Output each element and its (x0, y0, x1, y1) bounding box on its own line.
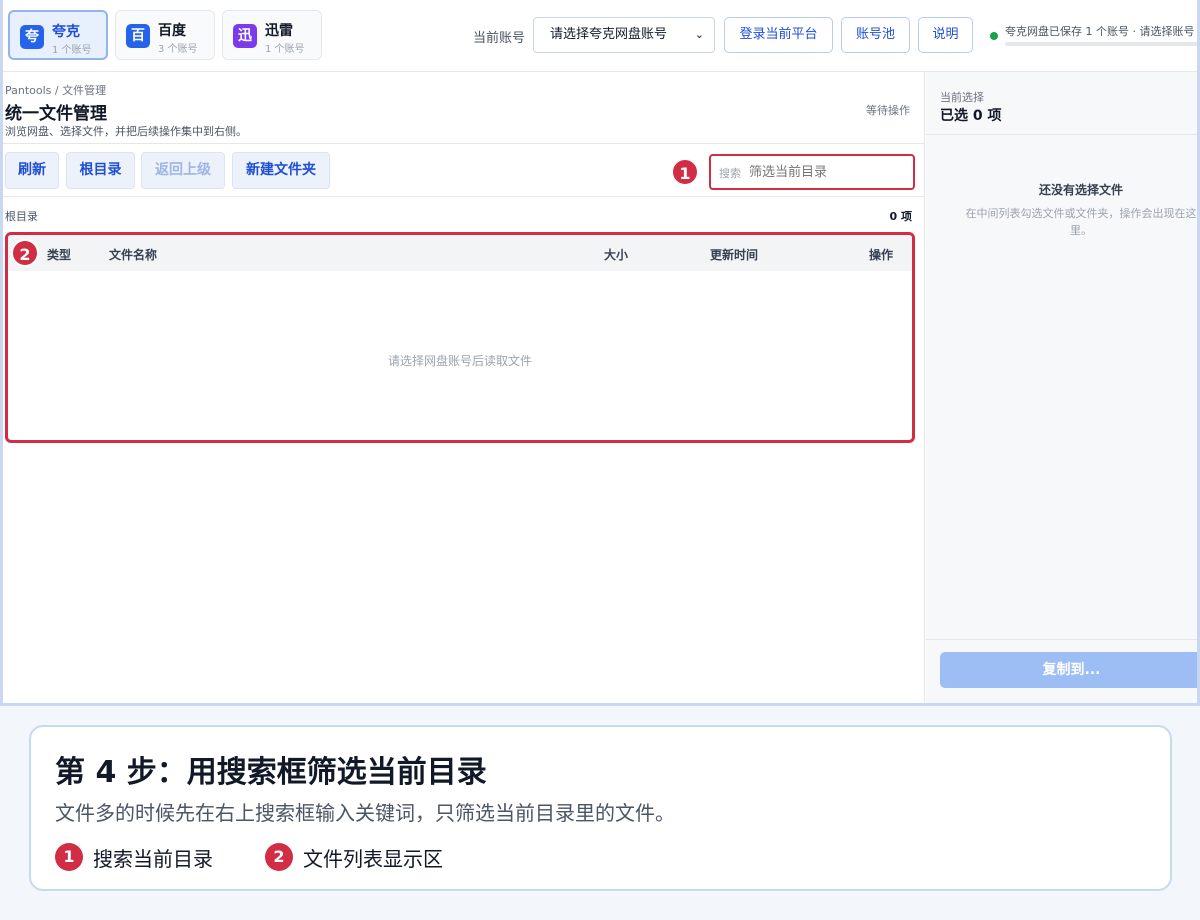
root-directory-button[interactable]: 根目录 (66, 152, 135, 189)
login-platform-button[interactable]: 登录当前平台 (724, 17, 833, 53)
search-input[interactable] (749, 156, 909, 188)
account-label: 当前账号 (473, 31, 526, 46)
top-bar: 夸 夸克 1 个账号 百 百度 3 个账号 迅 迅雷 1 个账号 当前账号 请选… (3, 0, 1197, 72)
account-pool-button[interactable]: 账号池 (841, 17, 910, 53)
platform-name: 夸克 (52, 24, 80, 40)
account-select-value: 请选择夸克网盘账号 (550, 27, 668, 42)
file-manager-main: Pantools / 文件管理 统一文件管理 浏览网盘、选择文件，并把后续操作集… (3, 72, 925, 703)
xunlei-icon: 迅 (233, 24, 257, 48)
page-title: 统一文件管理 (5, 104, 107, 124)
col-type: 类型 (47, 248, 72, 262)
callout-marker-2: 2 (11, 239, 39, 267)
step-description: 文件多的时候先在右上搜索框输入关键词，只筛选当前目录里的文件。 (55, 801, 675, 825)
file-table: 类型 文件名称 大小 更新时间 操作 请选择网盘账号后读取文件 (5, 232, 915, 443)
legend-marker: 2 (265, 843, 293, 871)
platform-tab-baidu[interactable]: 百 百度 3 个账号 (115, 10, 215, 60)
divider (926, 134, 1197, 135)
divider (3, 196, 925, 197)
col-size: 大小 (604, 248, 629, 262)
platform-account-count: 1 个账号 (265, 44, 305, 55)
selection-label: 当前选择 (940, 91, 984, 104)
legend-text: 文件列表显示区 (303, 847, 443, 871)
go-up-button[interactable]: 返回上级 (141, 152, 225, 189)
search-box: 搜索 (709, 154, 915, 190)
chevron-down-icon: ⌄ (694, 28, 704, 41)
guide-card: 第 4 步：用搜索框筛选当前目录 文件多的时候先在右上搜索框输入关键词，只筛选当… (29, 725, 1172, 891)
item-count: 0 项 (889, 210, 912, 223)
baidu-icon: 百 (126, 24, 150, 48)
breadcrumb: Pantools / 文件管理 (5, 84, 107, 97)
col-updated: 更新时间 (710, 248, 759, 262)
platform-name: 迅雷 (265, 23, 293, 39)
col-actions: 操作 (869, 248, 894, 262)
app-window: 夸 夸克 1 个账号 百 百度 3 个账号 迅 迅雷 1 个账号 当前账号 请选… (0, 0, 1200, 706)
search-label: 搜索 (719, 167, 741, 180)
legend-text: 搜索当前目录 (93, 847, 213, 871)
page-description: 浏览网盘、选择文件，并把后续操作集中到右侧。 (5, 125, 247, 138)
callout-marker-1: 1 (671, 158, 699, 186)
selection-count: 已选 0 项 (940, 108, 1002, 124)
new-folder-button[interactable]: 新建文件夹 (232, 152, 330, 189)
refresh-button[interactable]: 刷新 (5, 152, 59, 189)
help-button[interactable]: 说明 (918, 17, 973, 53)
divider (3, 143, 925, 144)
platform-account-count: 3 个账号 (158, 44, 198, 55)
current-path: 根目录 (5, 210, 38, 223)
platform-tab-quark[interactable]: 夸 夸克 1 个账号 (8, 10, 108, 60)
selection-panel: 当前选择 已选 0 项 还没有选择文件 在中间列表勾选文件或文件夹，操作会出现在… (926, 72, 1197, 703)
copy-to-button[interactable]: 复制到... (940, 652, 1197, 688)
legend-marker: 1 (55, 843, 83, 871)
status-dot-icon (990, 32, 998, 40)
empty-selection-description: 在中间列表勾选文件或文件夹，操作会出现在这里。 (965, 207, 1197, 237)
account-select[interactable]: 请选择夸克网盘账号 ⌄ (533, 17, 715, 53)
table-header: 类型 文件名称 大小 更新时间 操作 (8, 235, 912, 271)
platform-account-count: 1 个账号 (52, 45, 92, 56)
quark-icon: 夸 (20, 25, 44, 49)
platform-name: 百度 (158, 23, 186, 39)
col-name: 文件名称 (109, 248, 158, 262)
empty-selection-title: 还没有选择文件 (1038, 183, 1123, 197)
status-progress-track (1005, 42, 1197, 46)
platform-tab-xunlei[interactable]: 迅 迅雷 1 个账号 (222, 10, 322, 60)
operation-status: 等待操作 (866, 104, 910, 117)
status-text: 夸克网盘已保存 1 个账号 · 请选择账号 (1005, 25, 1195, 38)
step-title: 第 4 步：用搜索框筛选当前目录 (55, 755, 487, 790)
empty-state-message: 请选择网盘账号后读取文件 (387, 354, 532, 368)
divider (926, 639, 1197, 640)
